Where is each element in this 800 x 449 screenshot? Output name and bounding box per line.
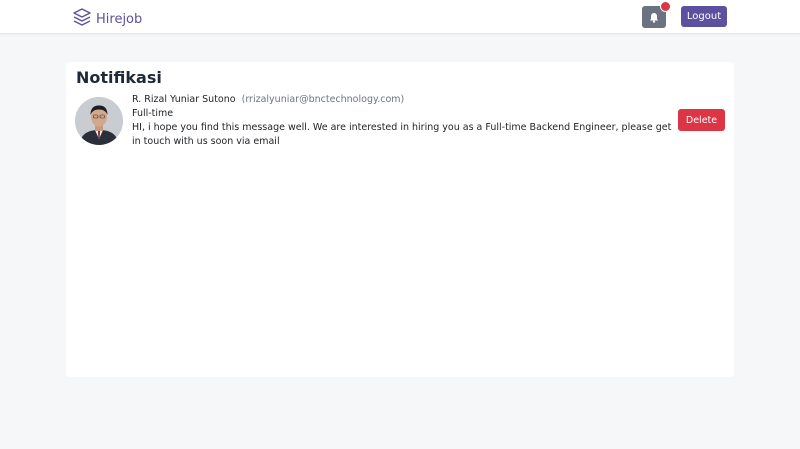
notification-item: R. Rizal Yuniar Sutono (rrizalyuniar@bnc… [75,92,727,152]
logout-button[interactable]: Logout [681,6,727,27]
stack-layers-icon [72,7,92,31]
delete-button[interactable]: Delete [678,109,725,131]
bell-icon [649,8,659,27]
navbar: Hirejob Logout [0,0,800,34]
notification-message: HI, i hope you find this message well. W… [132,122,672,147]
sender-line: R. Rizal Yuniar Sutono (rrizalyuniar@bnc… [132,93,672,107]
job-type: Full-time [132,108,174,119]
sender-email: (rrizalyuniar@bnctechnology.com) [241,94,405,105]
sender-name: R. Rizal Yuniar Sutono [132,94,236,105]
brand-logo[interactable]: Hirejob [72,7,142,31]
avatar [75,97,123,145]
notification-badge [660,1,671,12]
notifications-card: Notifikasi R. Rizal Yuniar Sutono (rriza… [66,62,734,377]
notification-content: R. Rizal Yuniar Sutono (rrizalyuniar@bnc… [132,93,672,149]
page-title: Notifikasi [76,68,162,87]
brand-label: Hirejob [96,11,143,27]
